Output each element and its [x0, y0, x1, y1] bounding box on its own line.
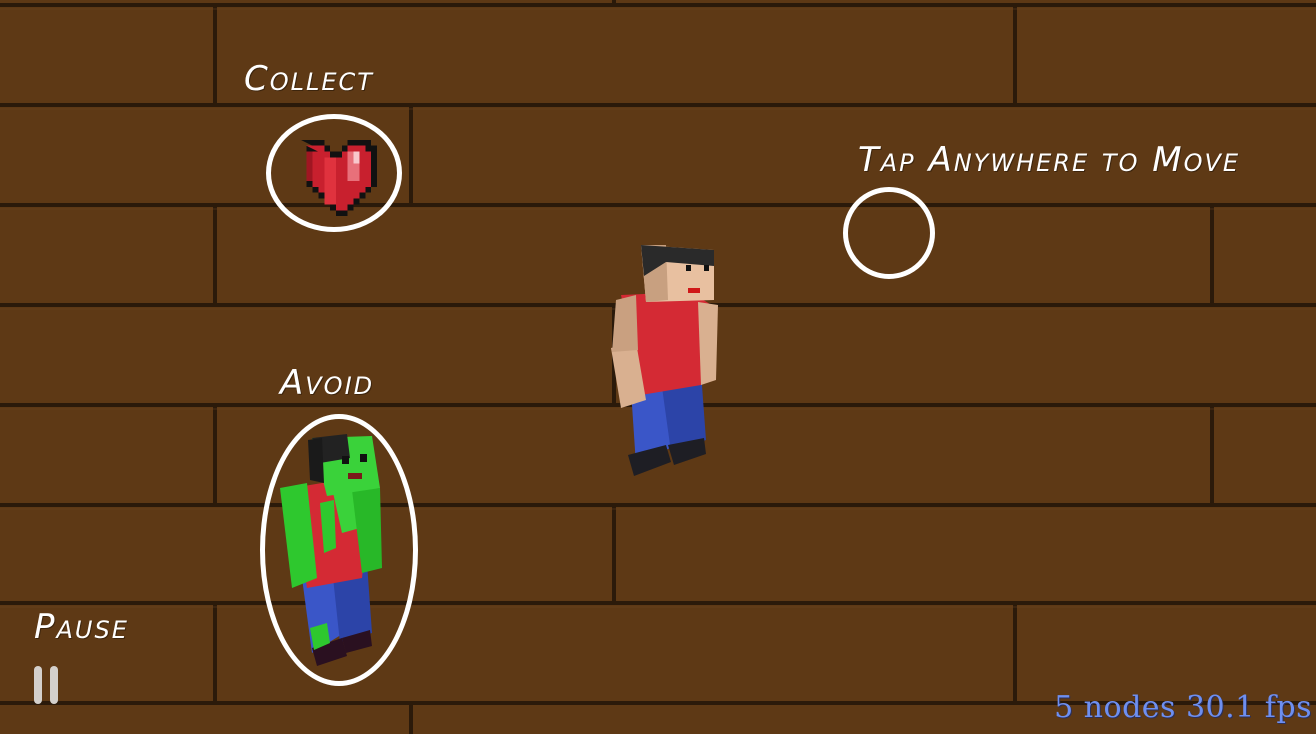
tap-to-move-label: Tap Anywhere to Move	[858, 140, 1241, 180]
pause-icon[interactable]	[34, 666, 60, 704]
collect-label: Collect	[244, 59, 374, 99]
heart-icon	[300, 139, 378, 217]
pause-label: Pause	[34, 607, 129, 647]
avoid-label: Avoid	[280, 363, 375, 403]
player-character	[611, 245, 718, 476]
debug-stats: 5 nodes 30.1 fps	[1054, 690, 1312, 725]
tap-target-ring	[843, 187, 935, 279]
zombie-icon	[280, 434, 382, 666]
game-stage[interactable]: Collect Avoid Tap Anywhere to Move Pause…	[0, 0, 1316, 734]
